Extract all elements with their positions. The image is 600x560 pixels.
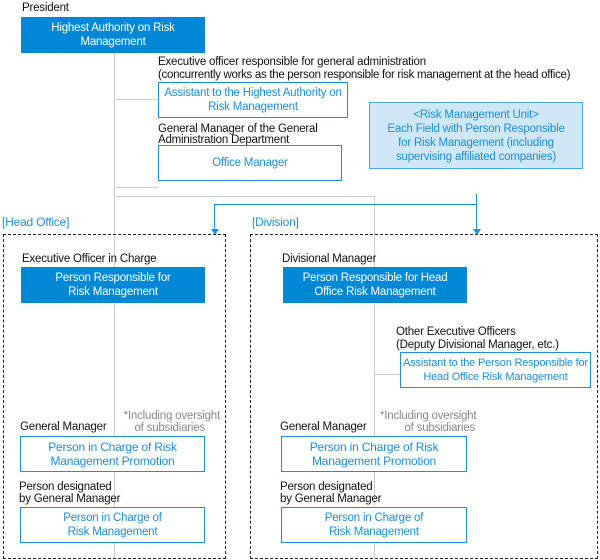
connector-assistant: [114, 99, 158, 100]
head-designated-sublabel: by General Manager: [19, 493, 121, 505]
head-in-charge-box: Person in Charge of Risk Management: [20, 507, 205, 543]
other-officers-label: Other Executive Officers: [396, 326, 516, 338]
assistant-highest-box: Assistant to the Highest Authority on Ri…: [158, 82, 348, 118]
head-responsible-box: Person Responsible for Risk Management: [21, 267, 205, 303]
connector-division: [114, 196, 375, 197]
division-assistant-box: Assistant to the Person Responsible for …: [400, 352, 591, 388]
division-designated-sublabel: by General Manager: [280, 493, 382, 505]
head-gm-label: General Manager: [20, 420, 107, 434]
unit-connector-head: [214, 204, 215, 232]
unit-connector-horizontal: [214, 204, 477, 205]
divisional-manager-label: Divisional Manager: [282, 253, 377, 265]
risk-management-unit-box: <Risk Management Unit> Each Field with P…: [369, 102, 583, 169]
unit-body: Each Field with Person Responsible for R…: [387, 122, 565, 163]
president-label: President: [22, 2, 69, 14]
highest-authority-box: Highest Authority on Risk Management: [21, 17, 205, 53]
unit-connector: [476, 194, 477, 232]
division-section-label: [Division]: [252, 215, 299, 229]
risk-management-org-chart: President Highest Authority on Risk Mana…: [0, 0, 600, 560]
unit-title: <Risk Management Unit>: [413, 108, 539, 121]
office-manager-box: Office Manager: [158, 145, 342, 181]
exec-in-charge-label: Executive Officer in Charge: [22, 253, 157, 265]
exec-officer-sublabel: (concurrently works as the person respon…: [158, 69, 571, 81]
other-officers-sublabel: (Deputy Divisional Manager, etc.): [396, 339, 559, 351]
head-office-section-label: [Head Office]: [2, 215, 70, 229]
head-note-2: of subsidiaries: [134, 422, 205, 434]
connector-office-manager: [114, 187, 158, 188]
division-responsible-box: Person Responsible for Head Office Risk …: [283, 267, 467, 303]
division-in-charge-box: Person in Charge of Risk Management: [281, 507, 467, 543]
division-promotion-box: Person in Charge of Risk Management Prom…: [281, 436, 467, 472]
exec-officer-label: Executive officer responsible for genera…: [158, 56, 426, 68]
head-promotion-box: Person in Charge of Risk Management Prom…: [20, 436, 205, 472]
division-gm-label: General Manager: [280, 420, 367, 434]
